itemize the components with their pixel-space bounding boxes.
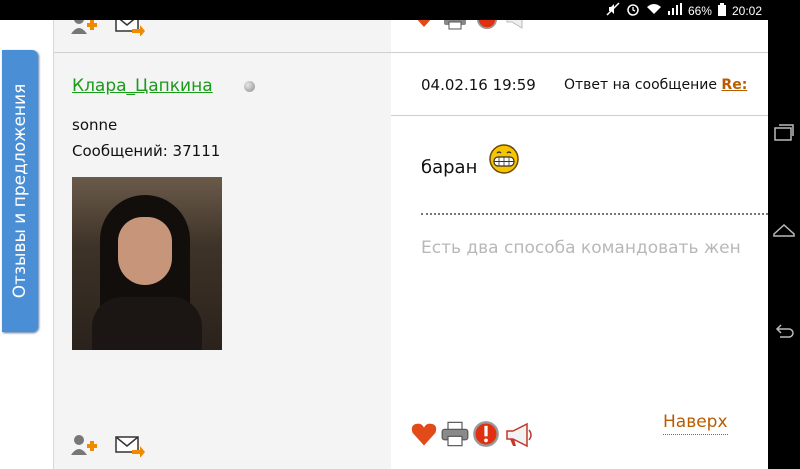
post-date: 04.02.16 19:59 (421, 76, 536, 94)
mute-icon (606, 2, 620, 19)
home-icon[interactable] (772, 220, 796, 244)
nav-bar (768, 20, 800, 469)
forum-page: Отзывы и предложения Клара_Цапкина sonne… (0, 20, 768, 469)
send-message-icon[interactable] (114, 433, 146, 461)
wifi-icon (646, 3, 662, 18)
battery-percent: 66% (687, 3, 712, 18)
recent-apps-icon[interactable] (772, 120, 796, 144)
print-icon[interactable] (441, 420, 469, 452)
heart-icon[interactable] (410, 421, 438, 451)
reply-to-link[interactable]: Re: (721, 77, 747, 93)
author-column: Клара_Цапкина sonne Сообщений: 37111 (53, 20, 392, 469)
reply-to-label: Ответ на сообщение (564, 77, 717, 93)
author-title: sonne (72, 116, 118, 134)
megaphone-icon[interactable] (504, 422, 538, 452)
author-avatar[interactable] (72, 177, 222, 350)
heart-icon[interactable] (413, 20, 435, 32)
add-friend-icon[interactable] (70, 433, 102, 461)
feedback-tab[interactable]: Отзывы и предложения (2, 50, 38, 332)
report-icon[interactable] (472, 420, 500, 452)
author-name-link[interactable]: Клара_Цапкина (72, 76, 213, 96)
back-icon[interactable] (772, 320, 796, 344)
grin-smiley-icon (487, 143, 521, 179)
report-icon[interactable] (475, 20, 499, 34)
megaphone-icon[interactable] (505, 20, 529, 34)
author-post-count: Сообщений: 37111 (72, 142, 221, 160)
print-icon[interactable] (443, 20, 467, 34)
status-bar: 66% 20:02 (0, 0, 800, 20)
reply-to: Ответ на сообщение Re: (564, 77, 747, 93)
post-signature: Есть два способа командовать жен (421, 238, 741, 258)
offline-status-icon (244, 81, 255, 92)
post-message: баран (421, 157, 478, 178)
back-to-top-link[interactable]: Наверх (663, 412, 728, 435)
post-column: 04.02.16 19:59 Ответ на сообщение Re: ба… (391, 20, 768, 469)
feedback-tab-label: Отзывы и предложения (10, 83, 30, 299)
add-friend-icon[interactable] (70, 20, 102, 40)
signal-icon (667, 3, 682, 18)
alarm-icon (626, 2, 640, 19)
clock: 20:02 (731, 3, 762, 18)
battery-icon (717, 2, 726, 19)
send-message-icon[interactable] (114, 20, 146, 40)
signature-divider (421, 213, 768, 215)
